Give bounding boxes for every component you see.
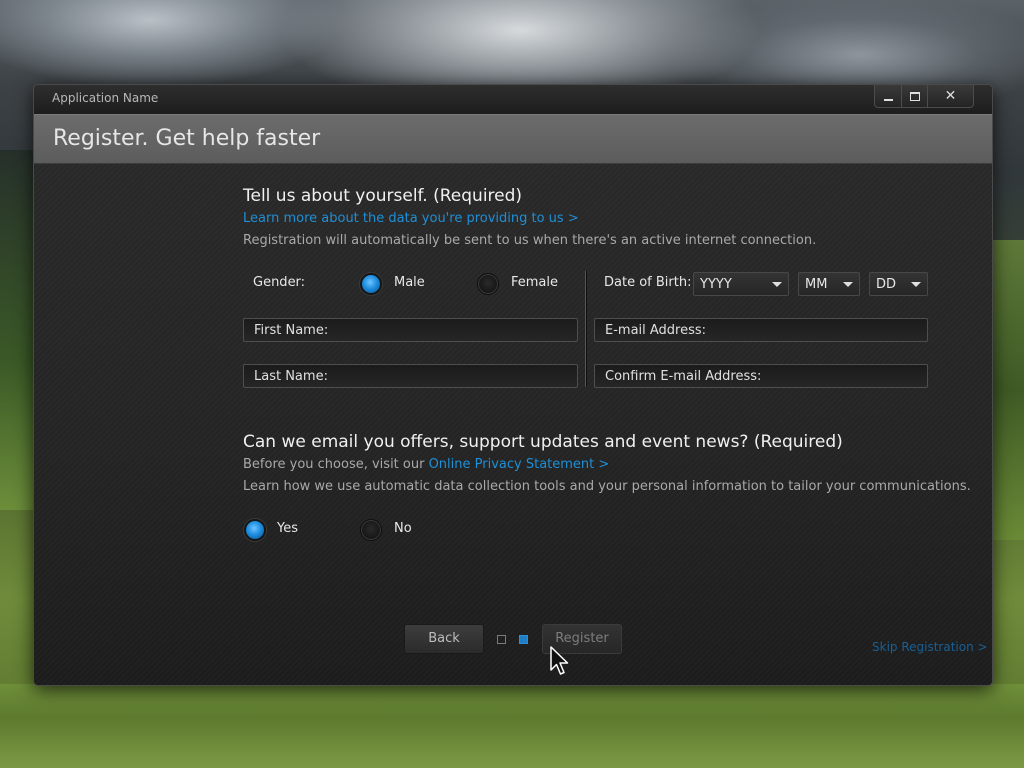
gender-female-radio[interactable] [477,273,499,295]
app-name: Application Name [52,91,159,105]
gender-male-label[interactable]: Male [394,275,425,290]
back-button[interactable]: Back [404,624,484,654]
pager-step-2 [519,635,528,644]
first-name-field[interactable]: First Name: [243,318,578,342]
minimize-button[interactable] [875,85,901,107]
email-field[interactable]: E-mail Address: [594,318,928,342]
app-window: Application Name ✕ Register. Get help fa… [33,84,993,686]
data-collection-note: Learn how we use automatic data collecti… [243,479,971,494]
privacy-statement-link[interactable]: Online Privacy Statement > [429,457,610,472]
minimize-icon [883,99,893,101]
skip-registration-link[interactable]: Skip Registration > [872,640,988,654]
maximize-button[interactable] [901,85,927,107]
pager-step-1 [497,635,506,644]
header-band: Register. Get help faster [34,114,992,164]
dob-month-value: MM [805,277,828,292]
offers-yes-label[interactable]: Yes [277,521,298,536]
dob-year-value: YYYY [700,277,732,292]
confirm-email-field[interactable]: Confirm E-mail Address: [594,364,928,388]
background-grass [0,684,1024,768]
page-title: Register. Get help faster [53,126,321,151]
learn-more-link[interactable]: Learn more about the data you're providi… [243,211,579,226]
dob-day-value: DD [876,277,897,292]
mouse-cursor-icon [550,646,569,675]
offers-section-title: Can we email you offers, support updates… [243,432,843,452]
chevron-down-icon [772,282,782,287]
gender-male-radio[interactable] [360,273,382,295]
dob-year-dropdown[interactable]: YYYY [693,272,789,296]
chevron-down-icon [843,282,853,287]
background-hill-right [988,240,1024,540]
title-bar[interactable]: Application Name ✕ [34,85,992,114]
offers-yes-radio[interactable] [244,519,266,541]
offers-no-radio[interactable] [360,519,382,541]
maximize-icon [909,91,920,101]
dob-label: Date of Birth: [604,275,692,290]
window-controls: ✕ [874,85,974,108]
close-icon: ✕ [944,88,957,104]
dob-month-dropdown[interactable]: MM [798,272,860,296]
offers-no-label[interactable]: No [394,521,412,536]
dob-day-dropdown[interactable]: DD [869,272,928,296]
gender-female-label[interactable]: Female [511,275,558,290]
registration-note: Registration will automatically be sent … [243,233,817,248]
last-name-field[interactable]: Last Name: [243,364,578,388]
gender-label: Gender: [253,275,306,290]
column-divider [585,271,586,387]
close-button[interactable]: ✕ [927,85,973,107]
privacy-note: Before you choose, visit our Online Priv… [243,457,609,472]
about-section-title: Tell us about yourself. (Required) [243,186,523,206]
privacy-prefix: Before you choose, visit our [243,457,429,472]
chevron-down-icon [911,282,921,287]
